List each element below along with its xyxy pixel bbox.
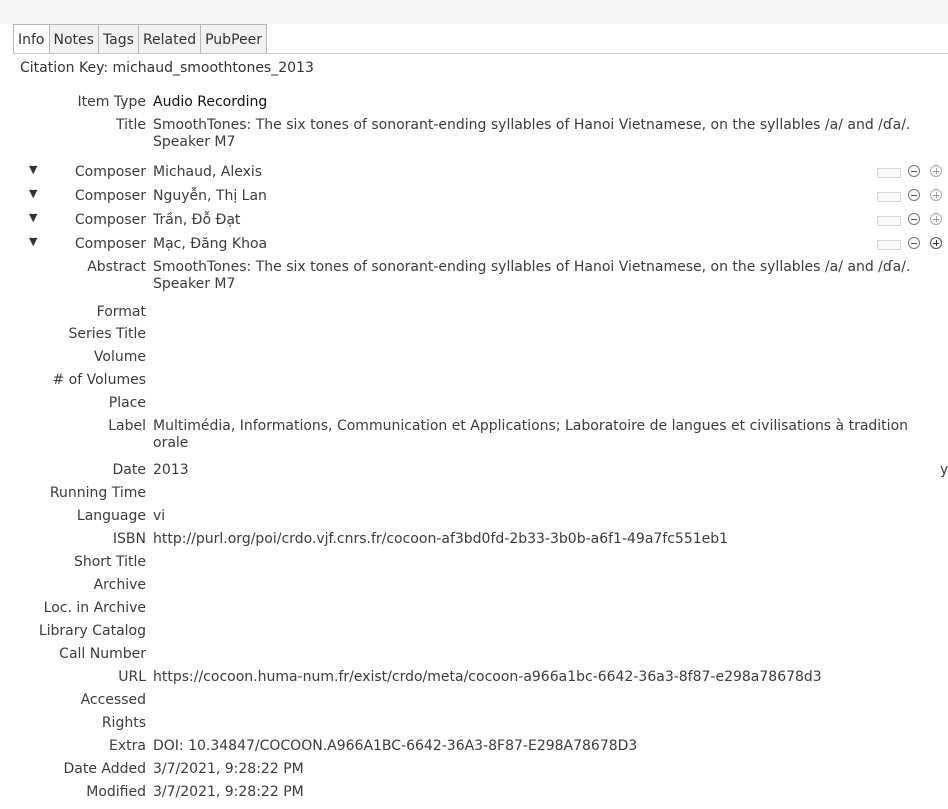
field-label: Rights — [101, 715, 146, 731]
field-label: Title — [115, 117, 146, 133]
field-label: Abstract — [87, 259, 146, 275]
field-label: Extra — [109, 738, 146, 754]
field-label: Loc. in Archive — [43, 600, 146, 616]
field-label: Accessed — [80, 692, 146, 708]
creator-mode-toggle[interactable] — [877, 168, 901, 178]
field-label: Call Number — [59, 646, 146, 662]
url-field[interactable]: https://cocoon.huma-num.fr/exist/crdo/me… — [153, 669, 939, 686]
field-label: Date — [112, 462, 146, 478]
date-added-value: 3/7/2021, 9:28:22 PM — [153, 761, 304, 777]
date-field[interactable]: 2013 — [153, 462, 939, 479]
citation-key: Citation Key: michaud_smoothtones_2013 — [20, 60, 314, 76]
chevron-down-icon[interactable]: ▼ — [29, 187, 37, 200]
field-label: Volume — [93, 349, 146, 365]
field-label: Date Added — [63, 761, 146, 777]
creator-name-field[interactable]: Nguyễn, Thị Lan — [153, 188, 939, 205]
chevron-down-icon[interactable]: ▼ — [29, 163, 37, 176]
field-label: Label — [108, 418, 146, 434]
item-type-select[interactable]: Audio Recording — [153, 94, 939, 111]
language-field[interactable]: vi — [153, 508, 939, 525]
remove-creator-icon[interactable] — [908, 165, 920, 177]
field-label: Archive — [93, 577, 146, 593]
date-format-indicator: y — [940, 462, 948, 478]
isbn-field[interactable]: http://purl.org/poi/crdo.vjf.cnrs.fr/coc… — [153, 531, 939, 548]
field-label: Short Title — [73, 554, 146, 570]
add-creator-icon[interactable] — [930, 237, 942, 249]
creator-type-label[interactable]: Composer — [75, 236, 146, 252]
extra-field[interactable]: DOI: 10.34847/COCOON.A966A1BC-6642-36A3-… — [153, 738, 939, 755]
tab-info[interactable]: Info — [13, 24, 49, 54]
field-label: Language — [76, 508, 146, 524]
title-field[interactable]: SmoothTones: The six tones of sonorant-e… — [153, 117, 939, 151]
label-field[interactable]: Multimédia, Informations, Communication … — [153, 418, 939, 452]
creator-name-field[interactable]: Mạc, Đăng Khoa — [153, 236, 939, 253]
field-label: Series Title — [68, 326, 146, 342]
field-label: Item Type — [77, 94, 146, 110]
creator-name-field[interactable]: Trần, Đỗ Đạt — [153, 212, 939, 229]
modified-value: 3/7/2021, 9:28:22 PM — [153, 784, 304, 800]
info-pane: Citation Key: michaud_smoothtones_2013 I… — [0, 54, 948, 809]
field-label: Library Catalog — [38, 623, 146, 639]
field-label: URL — [118, 669, 146, 685]
creator-type-label[interactable]: Composer — [75, 212, 146, 228]
chevron-down-icon[interactable]: ▼ — [29, 235, 37, 248]
creator-type-label[interactable]: Composer — [75, 188, 146, 204]
field-label: Format — [96, 304, 146, 320]
creator-mode-toggle[interactable] — [877, 192, 901, 202]
top-strip — [0, 0, 948, 24]
chevron-down-icon[interactable]: ▼ — [29, 211, 37, 224]
field-label: Place — [108, 395, 146, 411]
creator-mode-toggle[interactable] — [877, 240, 901, 250]
creator-name-field[interactable]: Michaud, Alexis — [153, 164, 939, 181]
tab-bar: Info Notes Tags Related PubPeer — [13, 24, 267, 54]
creator-type-label[interactable]: Composer — [75, 164, 146, 180]
tab-related[interactable]: Related — [137, 24, 201, 54]
remove-creator-icon[interactable] — [908, 213, 920, 225]
add-creator-icon[interactable] — [930, 213, 942, 225]
add-creator-icon[interactable] — [930, 189, 942, 201]
tab-tags[interactable]: Tags — [97, 24, 138, 54]
remove-creator-icon[interactable] — [908, 189, 920, 201]
field-label: # of Volumes — [52, 372, 147, 388]
abstract-field[interactable]: SmoothTones: The six tones of sonorant-e… — [153, 259, 939, 293]
field-label: Modified — [86, 784, 146, 800]
tab-pubpeer[interactable]: PubPeer — [200, 24, 267, 54]
remove-creator-icon[interactable] — [908, 237, 920, 249]
field-label: ISBN — [112, 531, 146, 547]
creator-mode-toggle[interactable] — [877, 216, 901, 226]
add-creator-icon[interactable] — [930, 165, 942, 177]
tab-notes[interactable]: Notes — [48, 24, 98, 54]
field-label: Running Time — [49, 485, 146, 501]
